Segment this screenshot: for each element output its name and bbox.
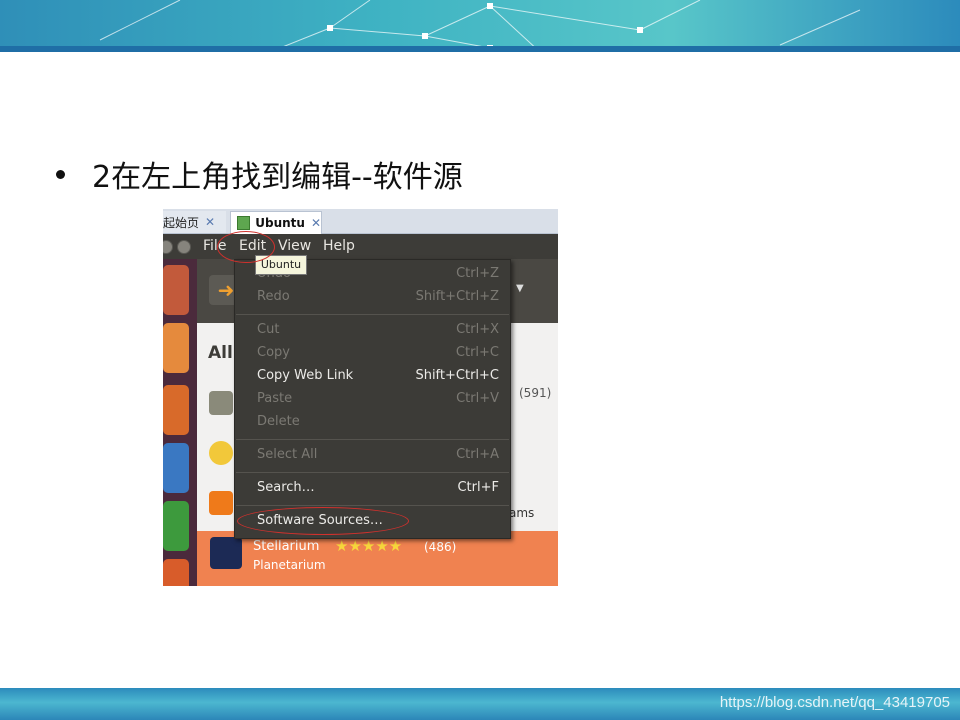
- rating-count: (591): [519, 386, 552, 400]
- section-heading: All: [208, 343, 233, 363]
- menu-item-label: Delete: [257, 414, 300, 429]
- menu-item-label: Select All: [257, 447, 318, 462]
- menu-item-shortcut: Shift+Ctrl+C: [415, 368, 499, 383]
- tab-label: 起始页: [163, 215, 200, 230]
- banner-stripe: [0, 46, 960, 52]
- minimize-window-button[interactable]: [163, 240, 173, 254]
- menu-item-label: Copy Web Link: [257, 368, 354, 383]
- menu-separator: [236, 472, 509, 473]
- menu-item-shortcut: Ctrl+Z: [456, 266, 499, 281]
- network-decoration: [99, 0, 861, 52]
- ubuntu-screenshot: 起始页 ✕ Ubuntu ✕ File Edit View Help ➜ ▼ A…: [163, 209, 558, 586]
- menu-item-cut[interactable]: Cut Ctrl+X: [257, 322, 507, 342]
- files-icon[interactable]: [163, 323, 189, 373]
- menu-separator: [236, 314, 509, 315]
- vm-icon: [237, 216, 251, 230]
- menu-item-label: Search…: [257, 480, 315, 495]
- edit-menu-dropdown: Undo Ctrl+Z Redo Shift+Ctrl+Z Cut Ctrl+X…: [234, 259, 511, 539]
- menu-item-label: Cut: [257, 322, 280, 337]
- bullet-dot: [56, 169, 65, 179]
- menu-item-copy[interactable]: Copy Ctrl+C: [257, 345, 507, 365]
- writer-icon[interactable]: [163, 443, 189, 493]
- chevron-down-icon[interactable]: ▼: [516, 283, 524, 294]
- menu-item-shortcut: Ctrl+F: [457, 480, 499, 495]
- impress-icon[interactable]: [163, 559, 189, 586]
- menu-item-shortcut: Ctrl+X: [456, 322, 499, 337]
- vlc-icon: [209, 491, 233, 515]
- menu-item-shortcut: Ctrl+V: [456, 391, 499, 406]
- ubuntu-logo-icon[interactable]: [163, 265, 189, 315]
- menu-item-redo[interactable]: Redo Shift+Ctrl+Z: [257, 289, 507, 309]
- menu-item-label: Copy: [257, 345, 290, 360]
- slide-bullet: 2在左上角找到编辑--软件源: [56, 152, 463, 196]
- menu-separator: [236, 505, 509, 506]
- rating-stars: ★★★★★: [335, 537, 403, 555]
- unity-launcher: [163, 259, 197, 586]
- menu-separator: [236, 439, 509, 440]
- menu-item-shortcut: Ctrl+C: [455, 345, 499, 360]
- menu-item-paste[interactable]: Paste Ctrl+V: [257, 391, 507, 411]
- annotation-circle-edit: [217, 231, 275, 263]
- rating-count: (486): [424, 540, 457, 554]
- app-description-fragment: ams: [509, 506, 535, 520]
- calc-icon[interactable]: [163, 501, 189, 551]
- instruction-text: 2在左上角找到编辑--软件源: [92, 160, 463, 195]
- stellarium-icon: [210, 537, 242, 569]
- app-icon: [209, 391, 233, 415]
- menu-item-shortcut: Ctrl+A: [456, 447, 499, 462]
- tab-label: Ubuntu: [255, 216, 305, 230]
- menu-item-select-all[interactable]: Select All Ctrl+A: [257, 447, 507, 467]
- app-row-stellarium[interactable]: Stellarium ★★★★★ (486) Planetarium: [197, 531, 558, 586]
- app-description: Planetarium: [253, 558, 326, 572]
- slide-top-banner: [0, 0, 960, 52]
- menu-item-search[interactable]: Search… Ctrl+F: [257, 480, 507, 500]
- close-icon[interactable]: ✕: [205, 215, 215, 229]
- menu-item-copy-web-link[interactable]: Copy Web Link Shift+Ctrl+C: [257, 368, 507, 388]
- menu-help[interactable]: Help: [323, 238, 355, 254]
- app-icon: [209, 441, 233, 465]
- firefox-icon[interactable]: [163, 385, 189, 435]
- menu-item-delete[interactable]: Delete: [257, 414, 507, 434]
- maximize-window-button[interactable]: [177, 240, 191, 254]
- close-icon[interactable]: ✕: [311, 216, 321, 230]
- browser-tabbar: 起始页 ✕ Ubuntu ✕: [163, 209, 558, 234]
- menu-item-label: Redo: [257, 289, 290, 304]
- menu-view[interactable]: View: [278, 238, 311, 254]
- annotation-circle-software-sources: [237, 507, 409, 535]
- watermark-url: https://blog.csdn.net/qq_43419705: [719, 694, 950, 711]
- menu-item-label: Paste: [257, 391, 293, 406]
- menu-item-shortcut: Shift+Ctrl+Z: [415, 289, 499, 304]
- slide-bottom-banner: https://blog.csdn.net/qq_43419705: [0, 688, 960, 720]
- app-name: Stellarium: [253, 539, 320, 554]
- tab-start-page[interactable]: 起始页 ✕: [163, 211, 226, 233]
